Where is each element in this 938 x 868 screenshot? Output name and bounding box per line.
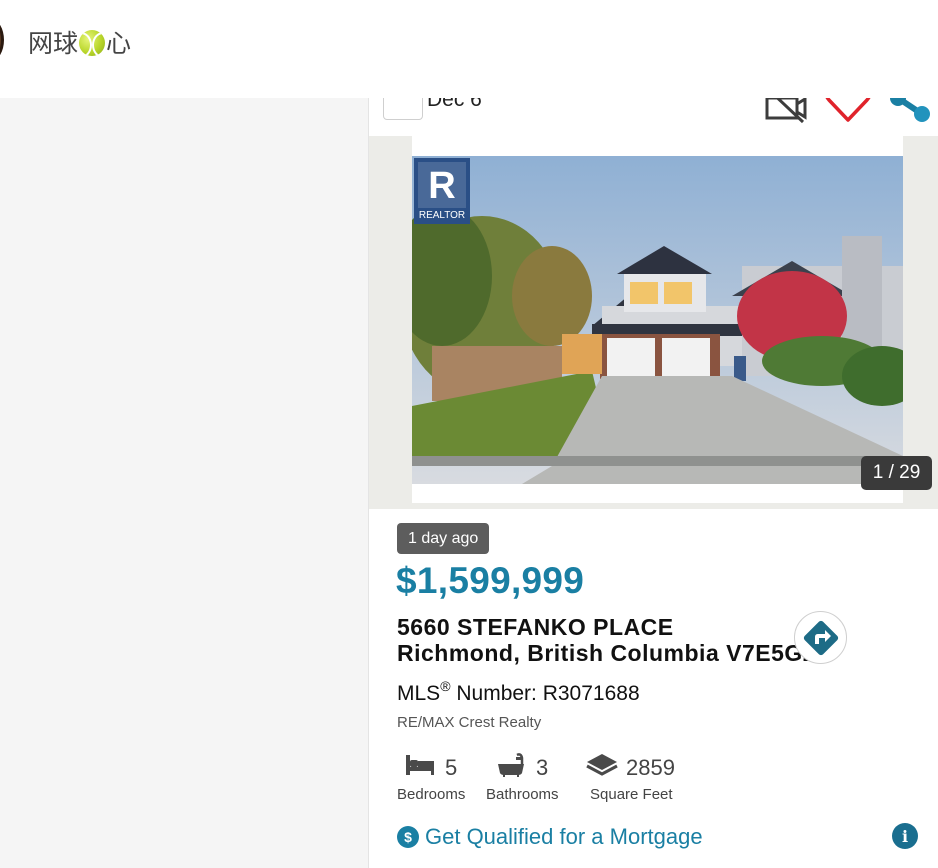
mortgage-link-text: Get Qualified for a Mortgage [425, 824, 703, 849]
listing-photo[interactable]: R REALTOR [412, 156, 903, 484]
info-icon[interactable]: i [892, 823, 918, 849]
photo-gallery[interactable]: R REALTOR 1 / 29 [369, 136, 938, 509]
mls-number: MLS® Number: R3071688 [397, 678, 640, 706]
dollar-icon: $ [397, 826, 419, 848]
heart-icon[interactable] [823, 98, 873, 124]
no-camera-icon[interactable] [763, 98, 809, 124]
area-icon [586, 754, 618, 776]
square-feet-label: Square Feet [590, 786, 673, 803]
bed-icon [406, 755, 434, 775]
directions-icon [803, 620, 838, 655]
bedrooms-stat: 5 Bedrooms [397, 750, 467, 810]
top-header: 网球 心 [0, 0, 938, 98]
photo-frame: R REALTOR [412, 136, 903, 503]
bedrooms-label: Bedrooms [397, 786, 466, 803]
bathrooms-value: 3 [536, 755, 549, 780]
photo-counter: 1 / 29 [861, 456, 932, 490]
bedrooms-value: 5 [445, 755, 458, 780]
bathtub-icon [498, 753, 524, 777]
realtor-logo: REALTOR [419, 210, 465, 221]
mls-prefix: MLS [397, 682, 441, 705]
tennis-ball-emoji-icon [79, 30, 106, 56]
bathrooms-label: Bathrooms [486, 786, 559, 803]
listing-card: Dec 6 R REALTOR 1 / 29 1 day ago $1,599,… [368, 98, 938, 868]
username[interactable]: 网球 心 [28, 24, 131, 60]
share-dots-icon[interactable] [888, 98, 936, 124]
listing-date: Dec 6 [427, 98, 482, 111]
username-text-start: 网球 [28, 29, 79, 58]
mortgage-link[interactable]: $ Get Qualified for a Mortgage [397, 824, 703, 850]
mls-registered-mark: ® [440, 678, 451, 694]
square-feet-value: 2859 [626, 755, 675, 780]
listing-price: $1,599,999 [396, 560, 585, 601]
listing-card-toolbar: Dec 6 [369, 98, 938, 136]
bathrooms-stat: 3 Bathrooms [486, 750, 566, 810]
avatar[interactable] [0, 19, 4, 61]
directions-button[interactable] [794, 611, 847, 664]
address-street: 5660 STEFANKO PLACE [397, 614, 674, 640]
brokerage: RE/MAX Crest Realty [397, 714, 542, 731]
left-panel [0, 98, 368, 868]
address-city: Richmond, British Columbia V7E5G2 [397, 640, 817, 666]
mls-value: Number: R3071688 [450, 682, 640, 705]
username-text-end: 心 [106, 29, 132, 58]
select-checkbox[interactable] [383, 98, 423, 120]
svg-text:R: R [428, 165, 455, 207]
square-feet-stat: 2859 Square Feet [586, 750, 676, 810]
posted-badge: 1 day ago [397, 523, 490, 554]
